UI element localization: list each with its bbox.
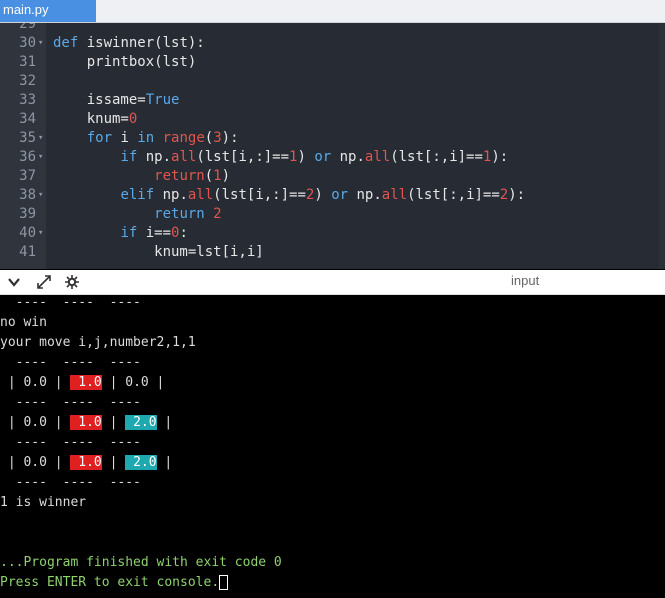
board-cell: 1.0 — [70, 455, 102, 470]
console-line: your move i,j,number2,1,1 — [0, 335, 196, 350]
line-number: 35 — [19, 130, 36, 146]
input-label[interactable]: input — [511, 273, 539, 288]
console-line: 1 is winner — [0, 495, 87, 510]
line-number: 33 — [19, 92, 36, 108]
console-line: ---- ---- ---- — [0, 355, 141, 370]
console-line: Press ENTER to exit console. — [0, 573, 229, 593]
line-number: 37 — [19, 168, 36, 184]
code-text: return(1) — [154, 168, 231, 184]
code-text: printbox(lst) — [53, 54, 197, 70]
fold-toggle-icon[interactable]: ▾ — [38, 34, 43, 53]
code-text: for i in range(3): — [86, 130, 239, 146]
line-number: 29 — [19, 23, 36, 32]
editor-scrollbar[interactable] — [659, 23, 665, 269]
console-line: ---- ---- ---- — [0, 475, 141, 490]
code-text: if np.all(lst[i,:]==1) or np.all(lst[:,i… — [120, 149, 509, 165]
code-line[interactable]: 34 knum=0 — [0, 110, 665, 129]
expand-icon[interactable] — [36, 274, 52, 290]
code-line[interactable]: 29 — [0, 23, 665, 34]
board-cell: 1.0 — [70, 375, 102, 390]
line-number: 36 — [19, 149, 36, 165]
console-output[interactable]: ---- ---- ---- no win your move i,j,number… — [0, 295, 665, 598]
code-line[interactable]: 35 ▾ for i in range(3): — [0, 129, 665, 148]
code-text: knum=lst[i,i] — [53, 244, 264, 260]
board-cell: 1.0 — [70, 415, 102, 430]
code-text: elif np.all(lst[i,:]==2) or np.all(lst[:… — [120, 187, 526, 203]
line-number: 41 — [19, 244, 36, 260]
code-line[interactable]: 41 knum=lst[i,i] — [0, 243, 665, 262]
board-cell: 0.0 — [125, 375, 149, 390]
board-cell: 0.0 — [23, 375, 47, 390]
board-cell: 0.0 — [23, 415, 47, 430]
code-line[interactable]: 33 issame=True — [0, 91, 665, 110]
console-line: | 0.0 | 1.0 | 2.0 | — [0, 455, 181, 470]
console-line: | 0.0 | 1.0 | 2.0 | — [0, 415, 181, 430]
code-line[interactable]: 32 — [0, 72, 665, 91]
console-line: ...Program finished with exit code 0 — [0, 555, 282, 570]
code-text: return 2 — [154, 206, 222, 222]
line-number: 30 — [19, 35, 36, 51]
fold-toggle-icon[interactable]: ▾ — [38, 224, 43, 243]
line-number: 34 — [19, 111, 36, 127]
code-text: if i==0: — [120, 225, 188, 241]
code-line[interactable]: 39 return 2 — [0, 205, 665, 224]
chevron-down-icon[interactable] — [6, 274, 22, 290]
console-toolbar: input — [0, 270, 665, 295]
line-number: 39 — [19, 206, 36, 222]
fold-toggle-icon[interactable]: ▾ — [38, 129, 43, 148]
line-number: 31 — [19, 54, 36, 70]
settings-icon[interactable] — [64, 274, 80, 290]
fold-toggle-icon[interactable]: ▾ — [38, 148, 43, 167]
line-number: 40 — [19, 225, 36, 241]
board-cell: 2.0 — [125, 415, 157, 430]
line-number: 32 — [19, 73, 36, 89]
fold-toggle-icon[interactable]: ▾ — [38, 186, 43, 205]
code-text: def iswinner(lst): — [53, 35, 205, 51]
line-number: 38 — [19, 187, 36, 203]
code-line[interactable]: 40 ▾ if i==0: — [0, 224, 665, 243]
tab-bar: main.py — [0, 0, 665, 23]
code-line[interactable]: 36 ▾ if np.all(lst[i,:]==1) or np.all(lst… — [0, 148, 665, 167]
console-line: | 0.0 | 1.0 | 0.0 | — [0, 375, 173, 390]
code-text: issame=True — [53, 92, 180, 108]
code-line[interactable]: 37 return(1) — [0, 167, 665, 186]
code-line[interactable]: 31 printbox(lst) — [0, 53, 665, 72]
code-line[interactable]: 38 ▾ elif np.all(lst[i,:]==2) or np.all(l… — [0, 186, 665, 205]
board-cell: 0.0 — [23, 455, 47, 470]
tab-main-py[interactable]: main.py — [0, 0, 96, 22]
text-cursor — [219, 575, 229, 590]
code-text: knum=0 — [53, 111, 138, 127]
console-line: no win — [0, 315, 47, 330]
code-line[interactable]: 30 ▾ def iswinner(lst): — [0, 34, 665, 53]
console-line: ---- ---- ---- — [0, 395, 141, 410]
board-cell: 2.0 — [125, 455, 157, 470]
console-line: ---- ---- ---- — [0, 435, 141, 450]
code-editor[interactable]: 29 30 ▾ def iswinner(lst): 31 printbox(lst) 3… — [0, 23, 665, 269]
console-line: ---- ---- ---- — [0, 295, 141, 310]
